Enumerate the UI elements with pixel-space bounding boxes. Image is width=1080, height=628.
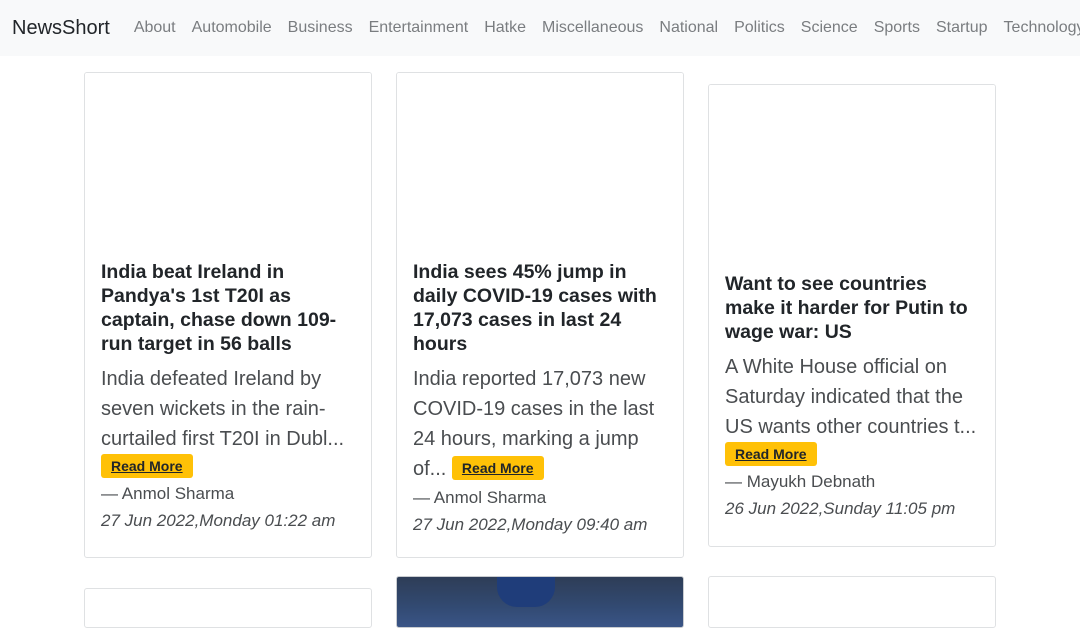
news-card: India sees 45% jump in daily COVID-19 ca… [396,72,684,558]
top-navbar: NewsShort About Automobile Business Ente… [0,0,1080,56]
news-card-excerpt: India defeated Ireland by seven wickets … [101,364,355,454]
news-card-body: India beat Ireland in Pandya's 1st T20I … [85,260,371,552]
news-card-excerpt: India reported 17,073 new COVID-19 cases… [413,364,667,484]
news-card-author: — Mayukh Debnath [725,472,876,491]
read-more-button[interactable]: Read More [451,455,544,480]
nav-link-politics[interactable]: Politics [726,19,793,37]
nav-link-miscellaneous[interactable]: Miscellaneous [534,19,651,37]
news-card-date: 26 Jun 2022,Sunday 11:05 pm [725,499,956,518]
brand-logo[interactable]: NewsShort [12,17,110,40]
nav-links: About Automobile Business Entertainment … [126,19,1080,37]
news-card-date: 27 Jun 2022,Monday 01:22 am [101,511,336,530]
read-more-row: Read More [101,454,355,480]
nav-link-about[interactable]: About [126,19,184,37]
news-card-image [85,73,371,260]
news-card-photo [396,576,684,628]
news-card-date: 27 Jun 2022,Monday 09:40 am [413,515,648,534]
news-card: India beat Ireland in Pandya's 1st T20I … [84,72,372,558]
nav-link-startup[interactable]: Startup [928,19,996,37]
news-card-author: — Anmol Sharma [413,488,547,507]
news-card-image [709,85,995,272]
read-more-button[interactable]: Read More [101,454,193,478]
news-card-body: India sees 45% jump in daily COVID-19 ca… [397,260,683,556]
news-card-image [397,73,683,260]
nav-link-technology[interactable]: Technology [996,19,1080,37]
news-card-excerpt-text: A White House official on Saturday indic… [725,356,977,438]
news-card-author: — Anmol Sharma [101,484,235,503]
news-card [84,588,372,628]
news-card-title: India sees 45% jump in daily COVID-19 ca… [413,261,657,355]
nav-link-sports[interactable]: Sports [866,19,928,37]
nav-link-science[interactable]: Science [793,19,866,37]
news-card: Want to see countries make it harder for… [708,84,996,547]
news-card-title: Want to see countries make it harder for… [725,273,968,343]
nav-link-hatke[interactable]: Hatke [476,19,534,37]
news-card [708,576,996,628]
nav-link-entertainment[interactable]: Entertainment [361,19,477,37]
news-card-excerpt: A White House official on Saturday indic… [725,352,979,442]
news-card-title: India beat Ireland in Pandya's 1st T20I … [101,261,337,355]
news-card-excerpt-text: India defeated Ireland by seven wickets … [101,368,345,450]
nav-link-national[interactable]: National [651,19,726,37]
read-more-row: Read More [725,442,979,468]
read-more-button[interactable]: Read More [725,442,817,466]
news-card-body: Want to see countries make it harder for… [709,272,995,540]
nav-link-business[interactable]: Business [280,19,361,37]
nav-link-automobile[interactable]: Automobile [184,19,280,37]
news-card-photo-subject [497,577,555,607]
